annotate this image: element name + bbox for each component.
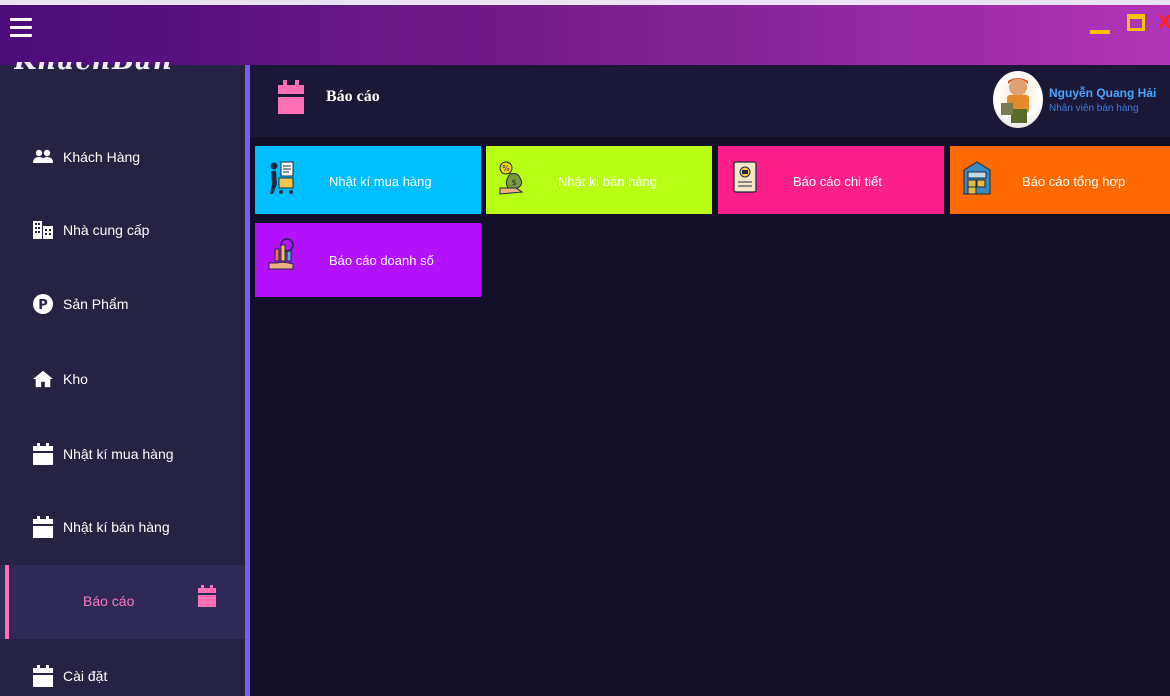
hamburger-menu-icon[interactable] — [10, 18, 32, 38]
calendar-icon — [278, 80, 304, 119]
sidebar-item-label: Sản Phẩm — [63, 296, 129, 312]
tile-label: Báo cáo tổng hợp — [1022, 174, 1126, 189]
product-p-icon: P — [33, 294, 53, 314]
tile-label: Nhật kí mua hàng — [329, 174, 432, 189]
page-title: Báo cáo — [326, 88, 380, 105]
svg-text:$: $ — [511, 178, 516, 187]
minimize-button[interactable] — [1090, 30, 1110, 34]
sidebar-item-khach-hang[interactable]: Khách Hàng — [0, 127, 245, 187]
sidebar-item-kho[interactable]: Kho — [0, 349, 245, 409]
warehouse-icon — [962, 160, 992, 196]
home-icon — [33, 369, 53, 389]
sidebar-item-label: Cài đặt — [63, 668, 108, 684]
app-logo: KhachBan — [14, 62, 234, 84]
calendar-icon — [198, 585, 216, 610]
sidebar-item-bao-cao[interactable]: Báo cáo — [0, 565, 245, 639]
calendar-icon — [33, 516, 53, 538]
app-window: X KhachBan Khách Hàng Nhà cung cấp P Sản… — [0, 0, 1170, 696]
user-name: Nguyễn Quang Hải — [1049, 86, 1157, 100]
close-button[interactable]: X — [1158, 12, 1170, 33]
shopping-cart-receipt-icon — [267, 160, 297, 196]
tile-bao-cao-doanh-so[interactable]: Báo cáo doanh số — [255, 223, 481, 297]
user-role: Nhân viên bán hàng — [1049, 103, 1139, 114]
sidebar-item-cai-dat[interactable]: Cài đặt — [0, 646, 245, 696]
sidebar-item-nhat-ki-mua-hang[interactable]: Nhật kí mua hàng — [0, 424, 245, 484]
building-icon — [33, 220, 53, 240]
tile-label: Báo cáo doanh số — [329, 253, 434, 268]
title-bar — [0, 0, 1170, 65]
money-bag-hand-icon: % $ — [498, 160, 528, 196]
avatar[interactable] — [993, 71, 1043, 128]
sidebar-item-nhat-ki-ban-hang[interactable]: Nhật kí bán hàng — [0, 497, 245, 557]
svg-text:P: P — [38, 298, 48, 313]
sidebar-item-label: Kho — [63, 371, 88, 387]
sidebar-item-label: Khách Hàng — [63, 149, 141, 165]
certificate-scroll-icon — [730, 160, 760, 196]
calendar-icon — [33, 665, 53, 687]
sidebar-item-label: Báo cáo — [83, 593, 135, 609]
sidebar-item-label: Nhật kí bán hàng — [63, 519, 170, 535]
tile-bao-cao-tong-hop[interactable]: Báo cáo tổng hợp — [950, 146, 1170, 214]
tile-label: Nhật kí bán hàng — [558, 174, 658, 189]
active-indicator — [5, 565, 9, 639]
sidebar-item-nha-cung-cap[interactable]: Nhà cung cấp — [0, 200, 245, 260]
calendar-icon — [33, 443, 53, 465]
maximize-button[interactable] — [1127, 14, 1145, 31]
tile-label: Báo cáo chi tiết — [793, 174, 882, 189]
tile-bao-cao-chi-tiet[interactable]: Báo cáo chi tiết — [718, 146, 944, 214]
tile-nhat-ki-mua-hang[interactable]: Nhật kí mua hàng — [255, 146, 481, 214]
sidebar-item-san-pham[interactable]: P Sản Phẩm — [0, 274, 245, 334]
tile-nhat-ki-ban-hang[interactable]: % $ Nhật kí bán hàng — [486, 146, 712, 214]
svg-text:%: % — [502, 164, 510, 173]
sidebar-item-label: Nhà cung cấp — [63, 222, 150, 238]
sidebar-item-label: Nhật kí mua hàng — [63, 446, 174, 462]
sales-chart-hand-icon — [267, 237, 297, 273]
users-icon — [33, 147, 53, 167]
